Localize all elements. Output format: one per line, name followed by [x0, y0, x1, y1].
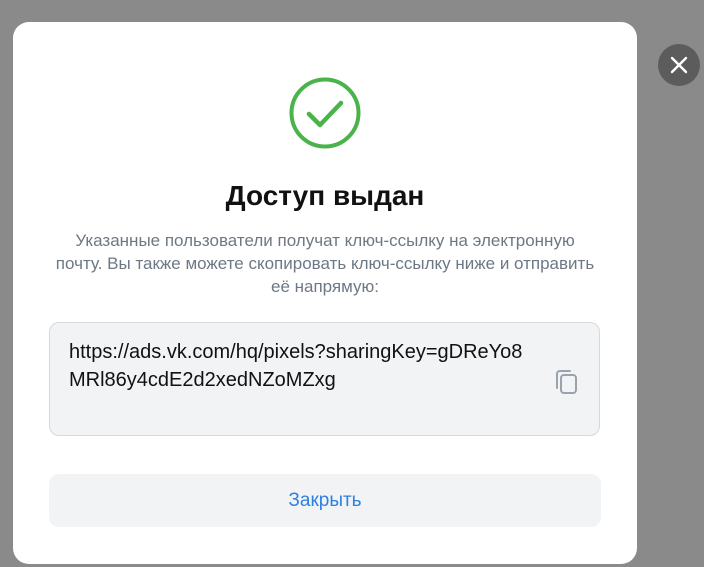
share-link-text[interactable]: https://ads.vk.com/hq/pixels?sharingKey=…: [69, 338, 529, 394]
close-button[interactable]: Закрыть: [49, 474, 601, 527]
share-link-box: https://ads.vk.com/hq/pixels?sharingKey=…: [49, 322, 600, 436]
copy-icon: [556, 370, 577, 394]
access-granted-modal: Доступ выдан Указанные пользователи полу…: [13, 22, 637, 564]
close-icon: [670, 56, 688, 74]
check-circle-icon: [289, 77, 361, 149]
modal-description: Указанные пользователи получат ключ-ссыл…: [55, 231, 595, 296]
dismiss-button[interactable]: [658, 44, 700, 86]
copy-link-button[interactable]: [552, 367, 582, 397]
modal-title: Доступ выдан: [225, 180, 425, 211]
